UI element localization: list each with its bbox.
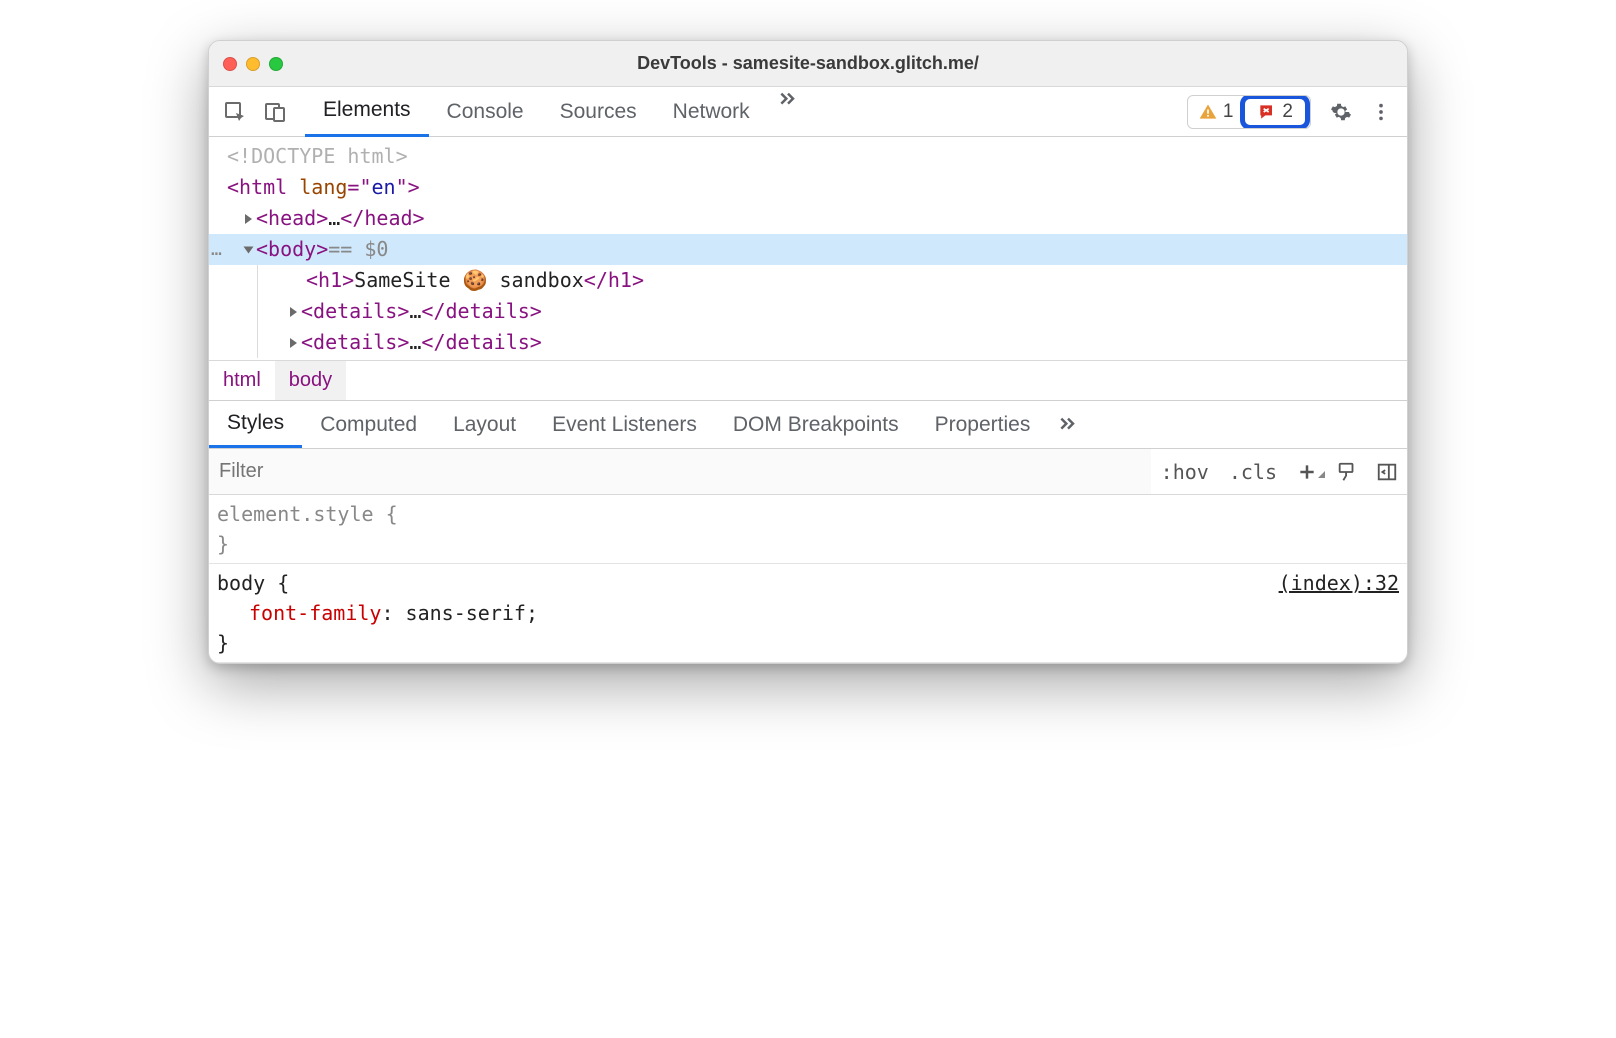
tab-console[interactable]: Console	[429, 87, 542, 137]
tab-properties[interactable]: Properties	[917, 403, 1049, 447]
expand-icon[interactable]	[290, 338, 297, 348]
more-tabs-button[interactable]	[768, 87, 808, 137]
dom-tree[interactable]: <!DOCTYPE html> <html lang="en"> <head>……	[209, 137, 1407, 360]
tab-layout[interactable]: Layout	[435, 403, 534, 447]
tab-dom-breakpoints[interactable]: DOM Breakpoints	[715, 403, 917, 447]
dom-node[interactable]: <head>…</head>	[209, 203, 1407, 234]
warning-icon	[1198, 102, 1218, 122]
breadcrumb-item[interactable]: html	[209, 361, 275, 400]
dom-node[interactable]: <html lang="en">	[209, 172, 1407, 203]
window-title: DevTools - samesite-sandbox.glitch.me/	[209, 53, 1407, 74]
styles-filter-input[interactable]	[209, 449, 1151, 494]
close-window-button[interactable]	[223, 57, 237, 71]
styles-rules: element.style { } (index):32 body { font…	[209, 495, 1407, 663]
minimize-window-button[interactable]	[246, 57, 260, 71]
dom-node[interactable]: <!DOCTYPE html>	[209, 141, 1407, 172]
warnings-badge[interactable]: 1	[1188, 96, 1244, 128]
issues-highlight: 2	[1240, 95, 1310, 129]
new-style-rule-button[interactable]	[1287, 462, 1327, 482]
issues-badge[interactable]: 2	[1247, 101, 1303, 123]
settings-button[interactable]	[1321, 92, 1361, 132]
breadcrumb-item[interactable]: body	[275, 361, 346, 400]
style-rule[interactable]: element.style { }	[209, 495, 1407, 564]
style-rule[interactable]: (index):32 body { font-family: sans-seri…	[209, 564, 1407, 663]
tab-network[interactable]: Network	[655, 87, 768, 137]
expand-icon[interactable]	[290, 307, 297, 317]
more-styletabs-button[interactable]	[1048, 412, 1088, 438]
issues-icon	[1257, 102, 1277, 122]
status-badges: 1 2	[1187, 95, 1311, 129]
paint-flash-button[interactable]	[1327, 461, 1367, 483]
gear-icon	[1330, 101, 1352, 123]
rule-source-link[interactable]: (index):32	[1279, 568, 1399, 598]
styles-pane-tabs: Styles Computed Layout Event Listeners D…	[209, 401, 1407, 449]
collapse-icon[interactable]	[244, 246, 254, 253]
styles-filter-bar: :hov .cls	[209, 449, 1407, 495]
warnings-count: 1	[1223, 101, 1234, 123]
devtools-window: DevTools - samesite-sandbox.glitch.me/ E…	[208, 40, 1408, 664]
dom-node[interactable]: <h1>SameSite 🍪 sandbox</h1>	[209, 265, 1407, 296]
dom-node-selected[interactable]: <body> == $0	[209, 234, 1407, 265]
tab-styles[interactable]: Styles	[209, 401, 302, 448]
dom-node[interactable]: <details>…</details>	[209, 296, 1407, 327]
kebab-icon	[1370, 101, 1392, 123]
issues-count: 2	[1282, 101, 1293, 123]
hov-toggle[interactable]: :hov	[1151, 449, 1219, 494]
main-toolbar: Elements Console Sources Network 1 2	[209, 87, 1407, 137]
panel-tabs: Elements Console Sources Network	[305, 87, 808, 137]
zoom-window-button[interactable]	[269, 57, 283, 71]
kebab-menu-button[interactable]	[1361, 92, 1401, 132]
breadcrumb: html body	[209, 360, 1407, 401]
tab-elements[interactable]: Elements	[305, 87, 429, 137]
titlebar: DevTools - samesite-sandbox.glitch.me/	[209, 41, 1407, 87]
expand-icon[interactable]	[245, 214, 252, 224]
tab-event-listeners[interactable]: Event Listeners	[534, 403, 715, 447]
device-toggle-button[interactable]	[255, 92, 295, 132]
tab-computed[interactable]: Computed	[302, 403, 435, 447]
traffic-lights	[209, 57, 283, 71]
inspect-element-button[interactable]	[215, 92, 255, 132]
toggle-sidebar-button[interactable]	[1367, 461, 1407, 483]
dom-node[interactable]: <details>…</details>	[209, 327, 1407, 358]
cls-toggle[interactable]: .cls	[1219, 449, 1287, 494]
tab-sources[interactable]: Sources	[542, 87, 655, 137]
